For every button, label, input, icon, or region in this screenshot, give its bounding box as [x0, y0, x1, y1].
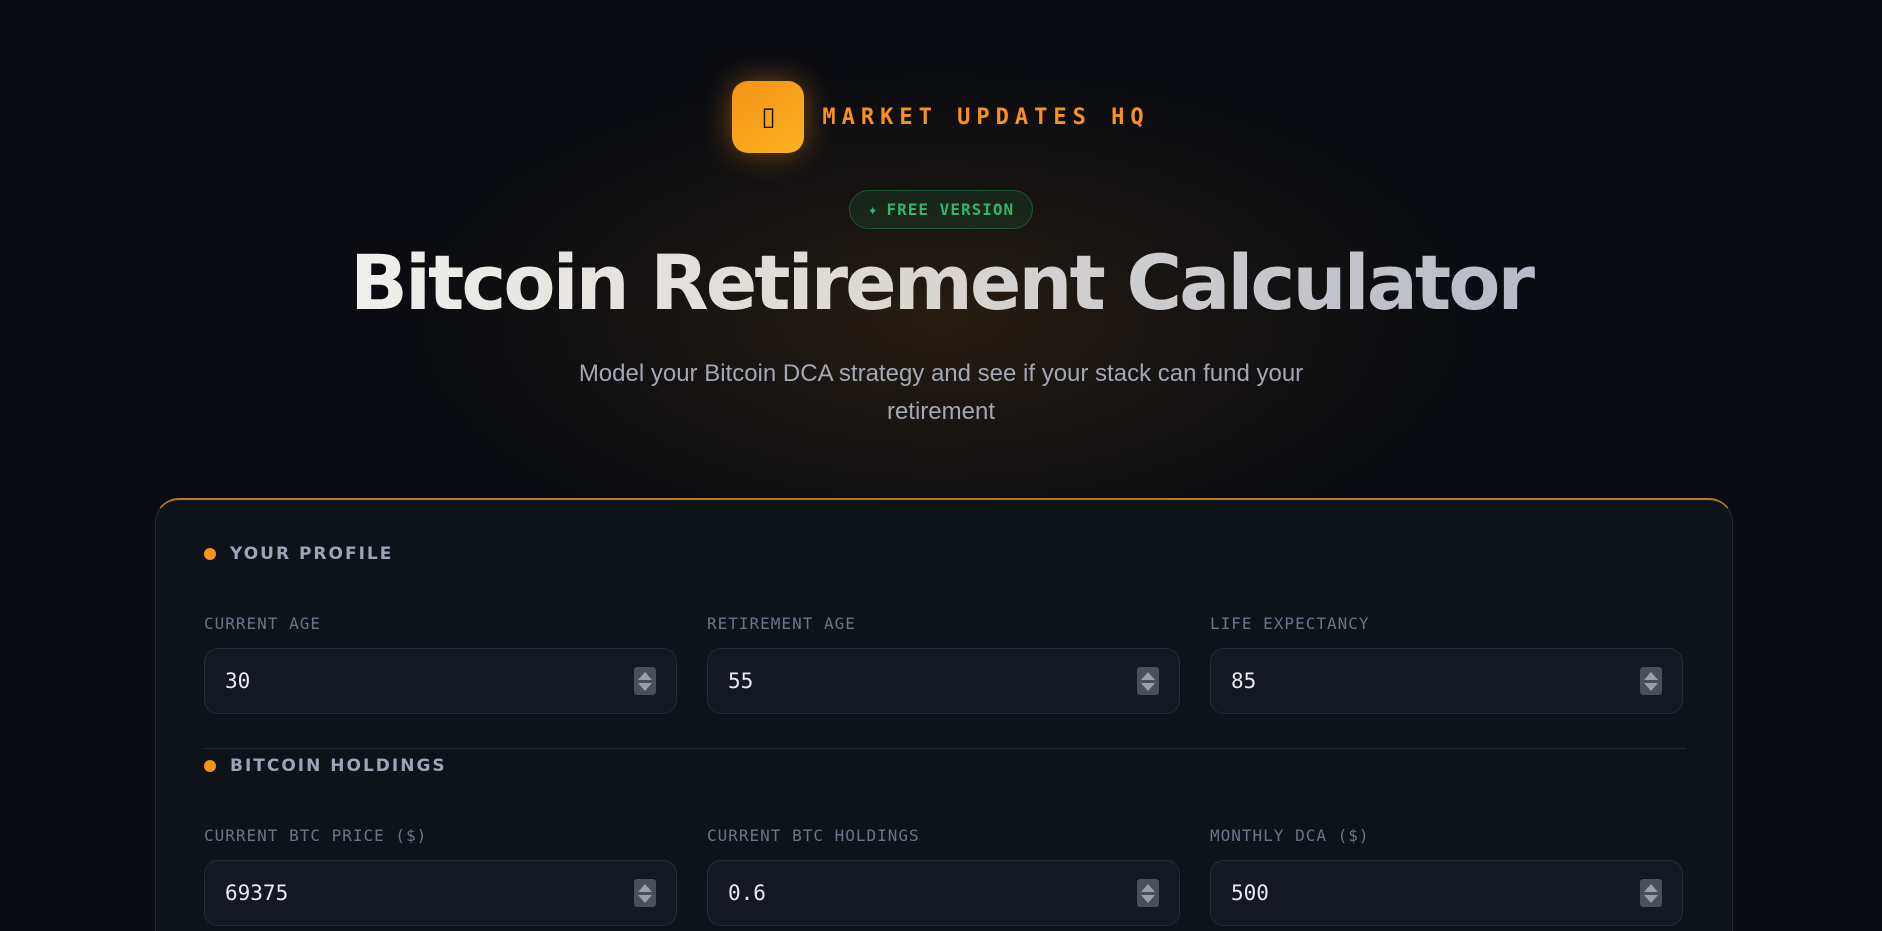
brand-header: ▯ MARKET UPDATES HQ — [0, 81, 1882, 153]
field-life-expectancy: LIFE EXPECTANCY 85 — [1210, 614, 1683, 714]
field-label: LIFE EXPECTANCY — [1210, 614, 1370, 633]
page-title: Bitcoin Retirement Calculator — [0, 238, 1882, 327]
field-label: CURRENT BTC PRICE ($) — [204, 826, 428, 845]
stepper-up-icon[interactable] — [1141, 883, 1155, 892]
field-label: MONTHLY DCA ($) — [1210, 826, 1370, 845]
number-stepper[interactable] — [634, 879, 656, 907]
field-value: 55 — [728, 669, 754, 693]
calculator-card: YOUR PROFILE CURRENT AGE 30 RETIREMENT A… — [155, 498, 1733, 931]
section-dot-icon — [204, 760, 216, 772]
field-value: 85 — [1231, 669, 1257, 693]
section-divider — [204, 748, 1686, 749]
field-value: 0.6 — [728, 881, 766, 905]
stepper-down-icon[interactable] — [1644, 682, 1658, 691]
field-btc-holdings: CURRENT BTC HOLDINGS 0.6 — [707, 826, 1180, 926]
section-title-holdings: BITCOIN HOLDINGS — [230, 756, 447, 776]
section-dot-icon — [204, 548, 216, 560]
bitcoin-logo-icon: ▯ — [732, 81, 805, 153]
stepper-up-icon[interactable] — [638, 671, 652, 680]
btc-holdings-input[interactable]: 0.6 — [707, 860, 1180, 926]
current-age-input[interactable]: 30 — [204, 648, 677, 714]
number-stepper[interactable] — [1640, 667, 1662, 695]
section-header-holdings: BITCOIN HOLDINGS — [204, 756, 447, 776]
number-stepper[interactable] — [1640, 879, 1662, 907]
section-header-profile: YOUR PROFILE — [204, 544, 393, 564]
monthly-dca-input[interactable]: 500 — [1210, 860, 1683, 926]
number-stepper[interactable] — [634, 667, 656, 695]
field-label: CURRENT AGE — [204, 614, 321, 633]
stepper-down-icon[interactable] — [1141, 894, 1155, 903]
stepper-down-icon[interactable] — [1644, 894, 1658, 903]
field-btc-price: CURRENT BTC PRICE ($) 69375 — [204, 826, 677, 926]
stepper-up-icon[interactable] — [638, 883, 652, 892]
stepper-up-icon[interactable] — [1644, 671, 1658, 680]
stepper-up-icon[interactable] — [1141, 671, 1155, 680]
field-label: CURRENT BTC HOLDINGS — [707, 826, 920, 845]
field-retirement-age: RETIREMENT AGE 55 — [707, 614, 1180, 714]
brand-name: MARKET UPDATES HQ — [822, 104, 1150, 130]
field-value: 30 — [225, 669, 251, 693]
retirement-age-input[interactable]: 55 — [707, 648, 1180, 714]
stepper-down-icon[interactable] — [638, 682, 652, 691]
field-label: RETIREMENT AGE — [707, 614, 856, 633]
number-stepper[interactable] — [1137, 879, 1159, 907]
free-version-badge: ✦ FREE VERSION — [848, 190, 1034, 229]
sparkle-icon: ✦ — [867, 200, 879, 219]
stepper-up-icon[interactable] — [1644, 883, 1658, 892]
number-stepper[interactable] — [1137, 667, 1159, 695]
field-monthly-dca: MONTHLY DCA ($) 500 — [1210, 826, 1683, 926]
life-expectancy-input[interactable]: 85 — [1210, 648, 1683, 714]
field-value: 500 — [1231, 881, 1269, 905]
page-subtitle: Model your Bitcoin DCA strategy and see … — [578, 360, 1304, 425]
badge-label: FREE VERSION — [886, 200, 1015, 219]
field-current-age: CURRENT AGE 30 — [204, 614, 677, 714]
btc-price-input[interactable]: 69375 — [204, 860, 677, 926]
field-value: 69375 — [225, 881, 289, 905]
stepper-down-icon[interactable] — [1141, 682, 1155, 691]
section-title-profile: YOUR PROFILE — [230, 544, 394, 564]
stepper-down-icon[interactable] — [638, 894, 652, 903]
